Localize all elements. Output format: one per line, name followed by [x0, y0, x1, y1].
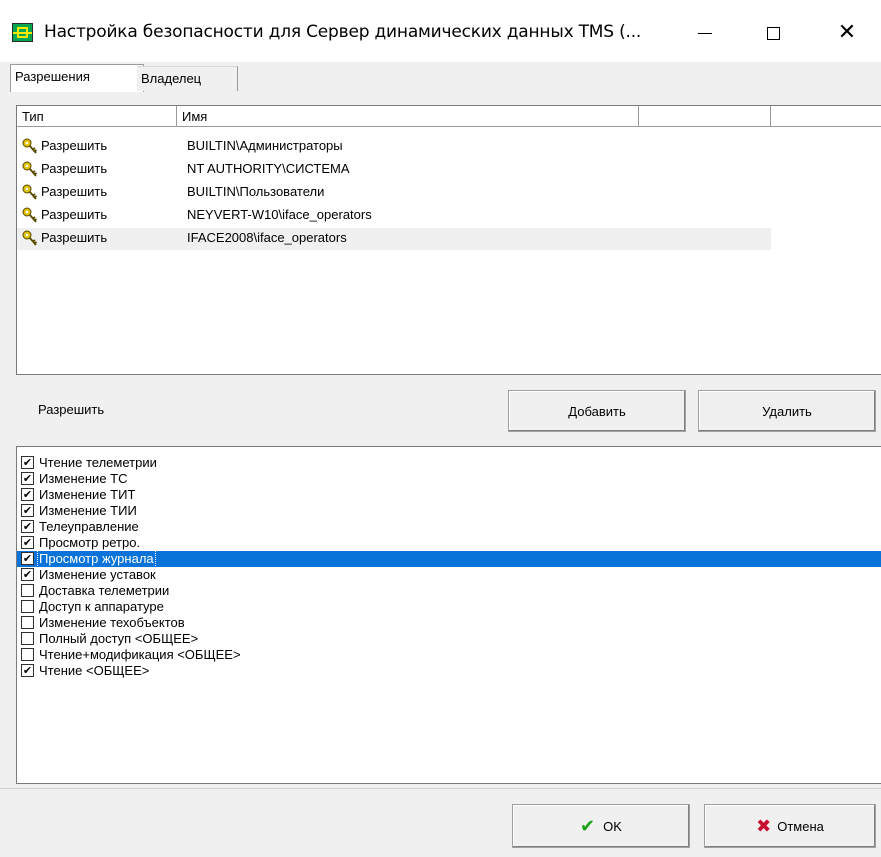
permission-label: Изменение ТС	[39, 471, 128, 486]
permission-item-selected[interactable]: ✔ Просмотр журнала	[17, 550, 881, 568]
cancel-button[interactable]: ✖ Отмена	[704, 804, 876, 848]
permission-label: Доставка телеметрии	[39, 583, 170, 598]
checkbox[interactable]	[21, 648, 34, 661]
column-header-name-label: Имя	[182, 109, 208, 124]
tab-owner[interactable]: Владелец	[137, 66, 238, 91]
acl-name: NT AUTHORITY\СИСТЕМА	[187, 161, 350, 176]
column-header-type-label: Тип	[22, 109, 44, 124]
maximize-icon	[766, 26, 780, 40]
window-title: Настройка безопасности для Сервер динами…	[44, 22, 642, 42]
tms-app-icon	[12, 23, 33, 42]
tab-permissions[interactable]: Разрешения	[10, 64, 144, 92]
permission-item[interactable]: Изменение техобъектов	[17, 615, 881, 631]
acl-type: Разрешить	[41, 207, 108, 222]
ok-button-label: OK	[603, 818, 622, 834]
permission-label: Изменение уставок	[39, 567, 156, 582]
title-bar[interactable]: Настройка безопасности для Сервер динами…	[0, 0, 881, 62]
key-icon	[22, 230, 38, 246]
checkbox[interactable]	[21, 632, 34, 645]
checkbox[interactable]: ✔	[21, 488, 34, 501]
permission-item[interactable]: ✔ Изменение ТИТ	[17, 487, 881, 503]
acl-row[interactable]: Разрешить NEYVERT-W10\iface_operators	[17, 205, 777, 227]
tab-permissions-label: Разрешения	[15, 69, 90, 84]
checkbox[interactable]: ✔	[21, 664, 34, 677]
acl-name: NEYVERT-W10\iface_operators	[187, 207, 372, 222]
key-icon	[22, 184, 38, 200]
permission-label: Чтение телеметрии	[39, 455, 157, 470]
checkbox[interactable]: ✔	[21, 568, 34, 581]
permission-label: Полный доступ <ОБЩЕЕ>	[39, 631, 199, 646]
acl-row[interactable]: Разрешить BUILTIN\Пользователи	[17, 182, 777, 204]
permission-label: Просмотр журнала	[37, 550, 156, 568]
permission-label: Телеуправление	[39, 519, 139, 534]
acl-row[interactable]: Разрешить NT AUTHORITY\СИСТЕМА	[17, 159, 777, 181]
acl-type: Разрешить	[41, 161, 108, 176]
acl-name: IFACE2008\iface_operators	[187, 230, 347, 245]
checkbox[interactable]	[21, 600, 34, 613]
checkbox[interactable]	[21, 584, 34, 597]
permission-label: Чтение+модификация <ОБЩЕЕ>	[39, 647, 241, 662]
column-header-empty-1[interactable]	[639, 106, 771, 127]
cancel-button-label: Отмена	[777, 818, 824, 834]
column-header-type[interactable]: Тип	[17, 106, 177, 127]
key-icon	[22, 207, 38, 223]
permission-label: Изменение техобъектов	[39, 615, 185, 630]
permission-item[interactable]: ✔ Чтение <ОБЩЕЕ>	[17, 663, 881, 679]
acl-list[interactable]: Тип Имя Разрешить BUILTIN\Администраторы	[16, 105, 881, 375]
checkbox[interactable]: ✔	[21, 504, 34, 517]
red-x-icon: ✖	[756, 815, 772, 837]
green-checkmark-icon: ✔	[580, 815, 596, 837]
close-icon: ✕	[837, 20, 857, 45]
permission-item[interactable]: Доставка телеметрии	[17, 583, 881, 599]
checkbox[interactable]	[21, 616, 34, 629]
ok-button[interactable]: ✔ OK	[512, 804, 690, 848]
permission-item[interactable]: ✔ Телеуправление	[17, 519, 881, 535]
checkbox[interactable]: ✔	[21, 472, 34, 485]
permission-item[interactable]: ✔ Просмотр ретро.	[17, 535, 881, 551]
permission-label: Чтение <ОБЩЕЕ>	[39, 663, 150, 678]
permission-item[interactable]: ✔ Изменение уставок	[17, 567, 881, 583]
acl-header: Тип Имя	[17, 106, 881, 128]
checkbox[interactable]: ✔	[21, 520, 34, 533]
minimize-icon	[698, 32, 712, 34]
add-button[interactable]: Добавить	[508, 390, 686, 432]
delete-button[interactable]: Удалить	[698, 390, 876, 432]
permission-item[interactable]: ✔ Изменение ТС	[17, 471, 881, 487]
key-icon	[22, 161, 38, 177]
permission-item[interactable]: Полный доступ <ОБЩЕЕ>	[17, 631, 881, 647]
footer-divider	[0, 788, 881, 789]
maximize-button[interactable]	[742, 10, 804, 56]
acl-type: Разрешить	[41, 138, 108, 153]
checkbox[interactable]: ✔	[21, 552, 34, 565]
security-settings-dialog: Настройка безопасности для Сервер динами…	[0, 0, 881, 857]
close-button[interactable]: ✕	[816, 10, 878, 56]
acl-type: Разрешить	[41, 230, 108, 245]
permissions-list[interactable]: ✔ Чтение телеметрии ✔ Изменение ТС ✔ Изм…	[16, 446, 881, 784]
permission-item[interactable]: Доступ к аппаратуре	[17, 599, 881, 615]
checkbox[interactable]: ✔	[21, 456, 34, 469]
key-icon	[22, 138, 38, 154]
acl-name: BUILTIN\Пользователи	[187, 184, 325, 199]
permission-label: Изменение ТИИ	[39, 503, 137, 518]
permission-item[interactable]: Чтение+модификация <ОБЩЕЕ>	[17, 647, 881, 663]
column-header-empty-2[interactable]	[771, 106, 881, 127]
acl-name: BUILTIN\Администраторы	[187, 138, 343, 153]
permission-label: Доступ к аппаратуре	[39, 599, 164, 614]
acl-type: Разрешить	[41, 184, 108, 199]
checkbox[interactable]: ✔	[21, 536, 34, 549]
acl-row[interactable]: Разрешить BUILTIN\Администраторы	[17, 136, 777, 158]
delete-button-label: Удалить	[762, 403, 812, 419]
minimize-button[interactable]	[674, 10, 736, 56]
column-header-name[interactable]: Имя	[177, 106, 639, 127]
acl-row-selected[interactable]: Разрешить IFACE2008\iface_operators	[17, 228, 771, 250]
permission-item[interactable]: ✔ Чтение телеметрии	[17, 455, 881, 471]
permission-item[interactable]: ✔ Изменение ТИИ	[17, 503, 881, 519]
tab-owner-label: Владелец	[141, 71, 202, 86]
add-button-label: Добавить	[568, 403, 626, 419]
permission-label: Изменение ТИТ	[39, 487, 136, 502]
permission-label: Просмотр ретро.	[39, 535, 141, 550]
permission-type-label: Разрешить	[38, 402, 105, 417]
